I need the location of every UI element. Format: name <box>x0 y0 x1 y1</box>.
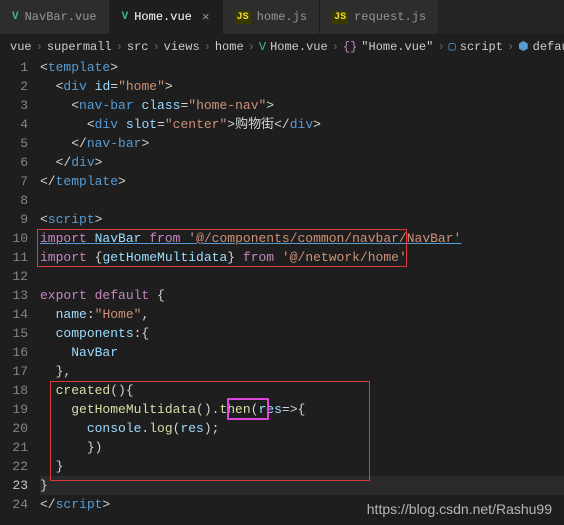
tab-label: request.js <box>354 10 426 24</box>
tab-navbar[interactable]: V NavBar.vue <box>0 0 110 34</box>
chevron-right-icon: › <box>204 40 211 54</box>
crumb[interactable]: src <box>127 40 149 54</box>
tab-requestjs[interactable]: JS request.js <box>320 0 439 34</box>
js-icon: JS <box>235 11 251 24</box>
chevron-right-icon: › <box>248 40 255 54</box>
crumb[interactable]: views <box>164 40 200 54</box>
tab-homejs[interactable]: JS home.js <box>223 0 320 34</box>
js-icon: JS <box>332 11 348 24</box>
chevron-right-icon: › <box>437 40 444 54</box>
tab-home[interactable]: V Home.vue × <box>110 0 223 34</box>
watermark: https://blog.csdn.net/Rashu99 <box>367 501 552 517</box>
tab-label: home.js <box>257 10 307 24</box>
chevron-right-icon: › <box>507 40 514 54</box>
chevron-right-icon: › <box>332 40 339 54</box>
tab-label: Home.vue <box>134 10 192 24</box>
chevron-right-icon: › <box>116 40 123 54</box>
crumb[interactable]: home <box>215 40 244 54</box>
vue-icon: V <box>12 11 19 23</box>
script-icon: ▢ <box>449 39 456 54</box>
brace-icon: {} <box>343 40 357 54</box>
crumb[interactable]: vue <box>10 40 32 54</box>
crumb[interactable]: supermall <box>47 40 112 54</box>
tab-bar: V NavBar.vue V Home.vue × JS home.js JS … <box>0 0 564 35</box>
line-numbers: 123 456 789 101112 131415 161718 192021 … <box>0 58 40 514</box>
crumb[interactable]: "Home.vue" <box>361 40 433 54</box>
crumb[interactable]: Home.vue <box>270 40 328 54</box>
crumb[interactable]: script <box>460 40 503 54</box>
tab-label: NavBar.vue <box>25 10 97 24</box>
cube-icon: ⬢ <box>518 39 528 54</box>
vue-icon: V <box>122 11 129 23</box>
chevron-right-icon: › <box>36 40 43 54</box>
code-editor[interactable]: 123 456 789 101112 131415 161718 192021 … <box>0 58 564 514</box>
vue-icon: V <box>259 40 266 54</box>
close-icon[interactable]: × <box>202 10 210 25</box>
breadcrumb[interactable]: vue › supermall › src › views › home › V… <box>0 35 564 58</box>
code-content[interactable]: <template> <div id="home"> <nav-bar clas… <box>40 58 564 514</box>
crumb[interactable]: defau <box>533 40 564 54</box>
chevron-right-icon: › <box>152 40 159 54</box>
